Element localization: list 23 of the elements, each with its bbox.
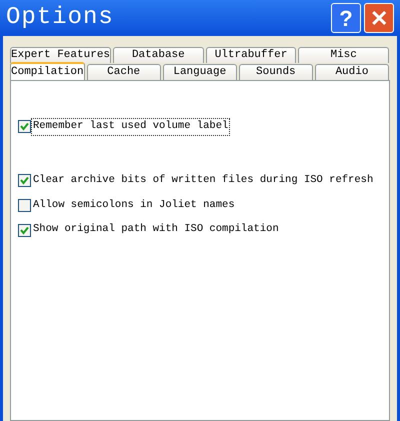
window-title: Options (6, 3, 115, 33)
tab[interactable]: Sounds (238, 64, 313, 80)
checkbox-label: Show original path with ISO compilation (32, 222, 280, 238)
checkbox[interactable] (18, 174, 31, 188)
checkbox-label: Remember last used volume label (32, 119, 230, 135)
tab[interactable]: Expert Features (10, 47, 112, 63)
tab[interactable]: Cache (86, 64, 161, 80)
checkbox[interactable] (18, 224, 31, 237)
checkbox[interactable] (18, 198, 31, 212)
close-button[interactable]: ✕ (364, 3, 394, 33)
checkbox-label: Allow semicolons in Joliet names (32, 198, 236, 212)
check-icon (20, 122, 29, 132)
help-button[interactable]: ? (331, 3, 361, 33)
check-icon (20, 226, 29, 235)
checkbox-label: Clear archive bits of written files during ISO refresh (32, 172, 374, 188)
tab[interactable]: Audio (314, 64, 389, 80)
tab[interactable]: Misc (298, 47, 389, 63)
tab[interactable]: Database (113, 47, 204, 63)
tab[interactable]: Language (162, 64, 237, 80)
tab[interactable]: Compilation (10, 62, 85, 80)
check-icon (20, 176, 29, 186)
tab[interactable]: Ultrabuffer (206, 47, 296, 63)
checkbox[interactable] (18, 120, 31, 134)
